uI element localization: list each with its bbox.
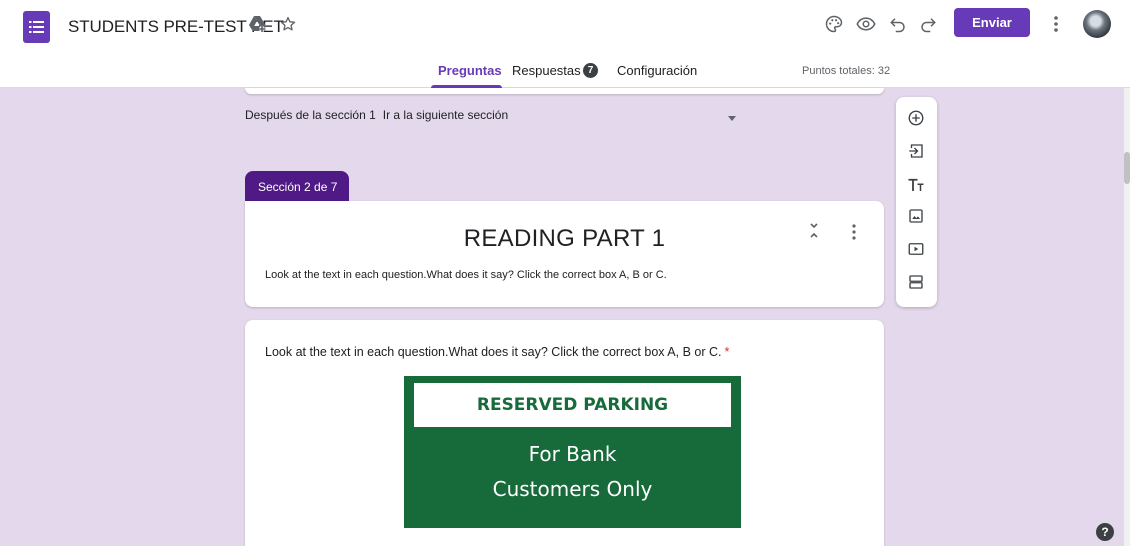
- required-mark: *: [724, 345, 730, 359]
- collapse-section-icon[interactable]: [806, 220, 822, 242]
- undo-icon[interactable]: [884, 10, 912, 38]
- question-text: Look at the text in each question.What d…: [265, 345, 722, 359]
- redo-icon[interactable]: [914, 10, 942, 38]
- help-icon[interactable]: ?: [1096, 523, 1114, 541]
- add-section-icon[interactable]: [905, 271, 927, 293]
- after-section-navigation[interactable]: Después de la sección 1 Ir a la siguiente…: [245, 108, 508, 122]
- dropdown-arrow-icon[interactable]: [728, 116, 736, 121]
- star-icon[interactable]: [274, 10, 302, 38]
- send-button[interactable]: Enviar: [954, 8, 1030, 37]
- responses-count-badge: 7: [583, 63, 598, 78]
- add-video-icon[interactable]: [905, 238, 927, 260]
- top-app-bar: STUDENTS PRE-TEST PET Enviar Preguntas R…: [0, 0, 1130, 88]
- import-questions-icon[interactable]: [905, 140, 927, 162]
- add-question-icon[interactable]: [905, 107, 927, 129]
- add-title-icon[interactable]: [905, 174, 927, 196]
- section-description[interactable]: Look at the text in each question.What d…: [265, 269, 667, 281]
- sign-line-2: Customers Only: [492, 477, 653, 501]
- more-vert-icon[interactable]: [1042, 10, 1070, 38]
- tab-settings[interactable]: Configuración: [617, 63, 697, 78]
- previous-section-card: [245, 88, 884, 94]
- sign-line-1: For Bank: [528, 442, 617, 466]
- question-image[interactable]: RESERVED PARKING For Bank Customers Only: [404, 376, 741, 528]
- preview-icon[interactable]: [852, 10, 880, 38]
- form-tabs: Preguntas Respuestas 7 Configuración Pun…: [0, 56, 1130, 88]
- avatar[interactable]: [1083, 10, 1111, 38]
- tab-responses[interactable]: Respuestas: [512, 63, 581, 78]
- floating-toolbar: [896, 97, 937, 307]
- section-title[interactable]: READING PART 1: [245, 225, 884, 253]
- after-section-label: Después de la sección 1: [245, 108, 376, 122]
- scrollbar-thumb[interactable]: [1124, 152, 1130, 184]
- forms-logo-icon[interactable]: [23, 11, 50, 43]
- tab-questions[interactable]: Preguntas: [438, 63, 502, 78]
- sign-banner: RESERVED PARKING: [414, 383, 731, 427]
- question-card[interactable]: Look at the text in each question.What d…: [245, 320, 884, 546]
- section-tab: Sección 2 de 7: [245, 171, 349, 202]
- question-title[interactable]: Look at the text in each question.What d…: [265, 345, 729, 359]
- section-header-card[interactable]: READING PART 1 Look at the text in each …: [245, 201, 884, 307]
- drive-icon[interactable]: [244, 10, 272, 38]
- palette-icon[interactable]: [820, 10, 848, 38]
- section-more-icon[interactable]: [846, 223, 862, 241]
- sign-banner-text: RESERVED PARKING: [476, 395, 669, 415]
- add-image-icon[interactable]: [905, 205, 927, 227]
- after-section-select[interactable]: Ir a la siguiente sección: [383, 108, 508, 122]
- scrollbar[interactable]: [1124, 88, 1130, 546]
- total-points: Puntos totales: 32: [802, 65, 891, 77]
